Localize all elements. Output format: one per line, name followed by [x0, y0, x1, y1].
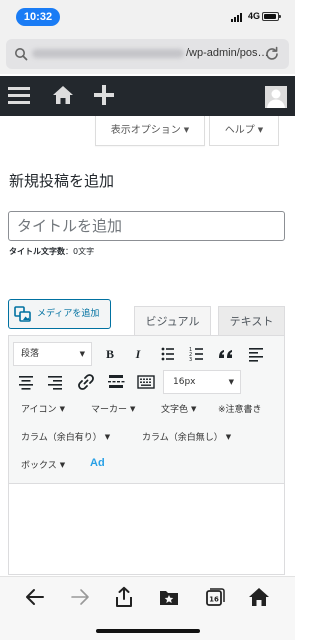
post-title-input[interactable]: タイトルを追加 — [8, 211, 285, 241]
icon-dropdown[interactable]: アイコン ▼ — [21, 402, 65, 415]
font-size-value: 16px — [173, 377, 196, 387]
status-time: 10:32 — [16, 8, 60, 26]
editor-toolbar: 段落 ▼ B I 1 2 3 16px ▼ アイコン ▼ マーカー ▼ 文字色 … — [9, 336, 284, 484]
tab-visual[interactable]: ビジュアル — [134, 306, 211, 336]
network-type: 4G — [248, 11, 261, 21]
font-size-select[interactable]: 16px ▼ — [163, 370, 241, 394]
align-right-icon[interactable] — [44, 371, 66, 393]
signal-icon — [231, 13, 245, 22]
blockquote-icon[interactable] — [215, 343, 237, 365]
paragraph-format-select[interactable]: 段落 ▼ — [13, 342, 92, 366]
media-icon — [14, 306, 31, 322]
caret-down-icon: ▼ — [257, 126, 264, 134]
bold-icon[interactable]: B — [99, 343, 121, 365]
hamburger-icon[interactable] — [8, 86, 30, 106]
plus-icon[interactable] — [93, 84, 115, 106]
address-field[interactable]: /wp-admin/pos… — [6, 39, 289, 69]
battery-icon — [262, 12, 281, 21]
status-bar: 10:32 4G — [0, 0, 295, 34]
title-count-label: タイトル文字数 — [9, 247, 65, 256]
bookmarks-icon[interactable] — [158, 586, 180, 608]
page-title: 新規投稿を追加 — [9, 172, 115, 190]
align-left-icon[interactable] — [245, 343, 267, 365]
add-media-button[interactable]: メディアを追加 — [8, 299, 111, 329]
format-select-value: 段落 — [21, 349, 40, 359]
post-editor: 段落 ▼ B I 1 2 3 16px ▼ アイコン ▼ マーカー ▼ 文字色 … — [8, 335, 285, 575]
url-text: /wp-admin/pos… — [32, 47, 269, 59]
forward-arrow-icon[interactable] — [69, 586, 91, 608]
toolbar-toggle-icon[interactable] — [135, 371, 157, 393]
marker-dropdown[interactable]: マーカー ▼ — [91, 402, 135, 415]
title-count-value: ：0文字 — [65, 247, 95, 256]
caret-down-icon: ▼ — [228, 378, 234, 386]
column-no-margin-dropdown[interactable]: カラム（余白無し） ▼ — [142, 430, 231, 443]
help-label: ヘルプ — [224, 125, 255, 136]
column-with-margin-dropdown[interactable]: カラム（余白有り） ▼ — [21, 430, 110, 443]
share-icon[interactable] — [113, 586, 135, 608]
ad-button[interactable]: Ad — [90, 457, 105, 469]
read-more-icon[interactable] — [105, 371, 127, 393]
align-center-icon[interactable] — [15, 371, 37, 393]
box-dropdown[interactable]: ボックス ▼ — [21, 458, 65, 471]
svg-text:3: 3 — [189, 357, 192, 363]
title-char-count: タイトル文字数：0文字 — [9, 246, 94, 257]
caret-down-icon: ▼ — [79, 350, 85, 358]
caution-note-button[interactable]: ※注意書き — [218, 402, 262, 415]
svg-text:16: 16 — [209, 596, 219, 604]
avatar-icon[interactable] — [265, 86, 287, 108]
tab-text[interactable]: テキスト — [218, 306, 285, 336]
bulleted-list-icon[interactable] — [157, 343, 179, 365]
help-button[interactable]: ヘルプ ▼ — [209, 116, 279, 146]
home-indicator[interactable] — [96, 629, 200, 633]
browser-url-bar: /wp-admin/pos… — [0, 34, 295, 74]
search-icon — [15, 48, 28, 61]
screen-options-label: 表示オプション — [110, 125, 181, 136]
home-icon[interactable] — [52, 84, 74, 106]
text-color-dropdown[interactable]: 文字色 ▼ — [161, 402, 196, 415]
italic-icon[interactable]: I — [127, 343, 149, 365]
reload-icon[interactable] — [264, 46, 280, 62]
link-icon[interactable] — [75, 371, 97, 393]
screen-options-button[interactable]: 表示オプション ▼ — [95, 116, 205, 146]
back-arrow-icon[interactable] — [24, 586, 46, 608]
tabs-icon[interactable]: 16 — [203, 586, 225, 608]
caret-down-icon: ▼ — [183, 126, 190, 134]
add-media-label: メディアを追加 — [37, 309, 100, 319]
wp-admin-bar — [0, 76, 295, 116]
home-icon[interactable] — [248, 586, 270, 608]
numbered-list-icon[interactable]: 1 2 3 — [186, 343, 208, 365]
